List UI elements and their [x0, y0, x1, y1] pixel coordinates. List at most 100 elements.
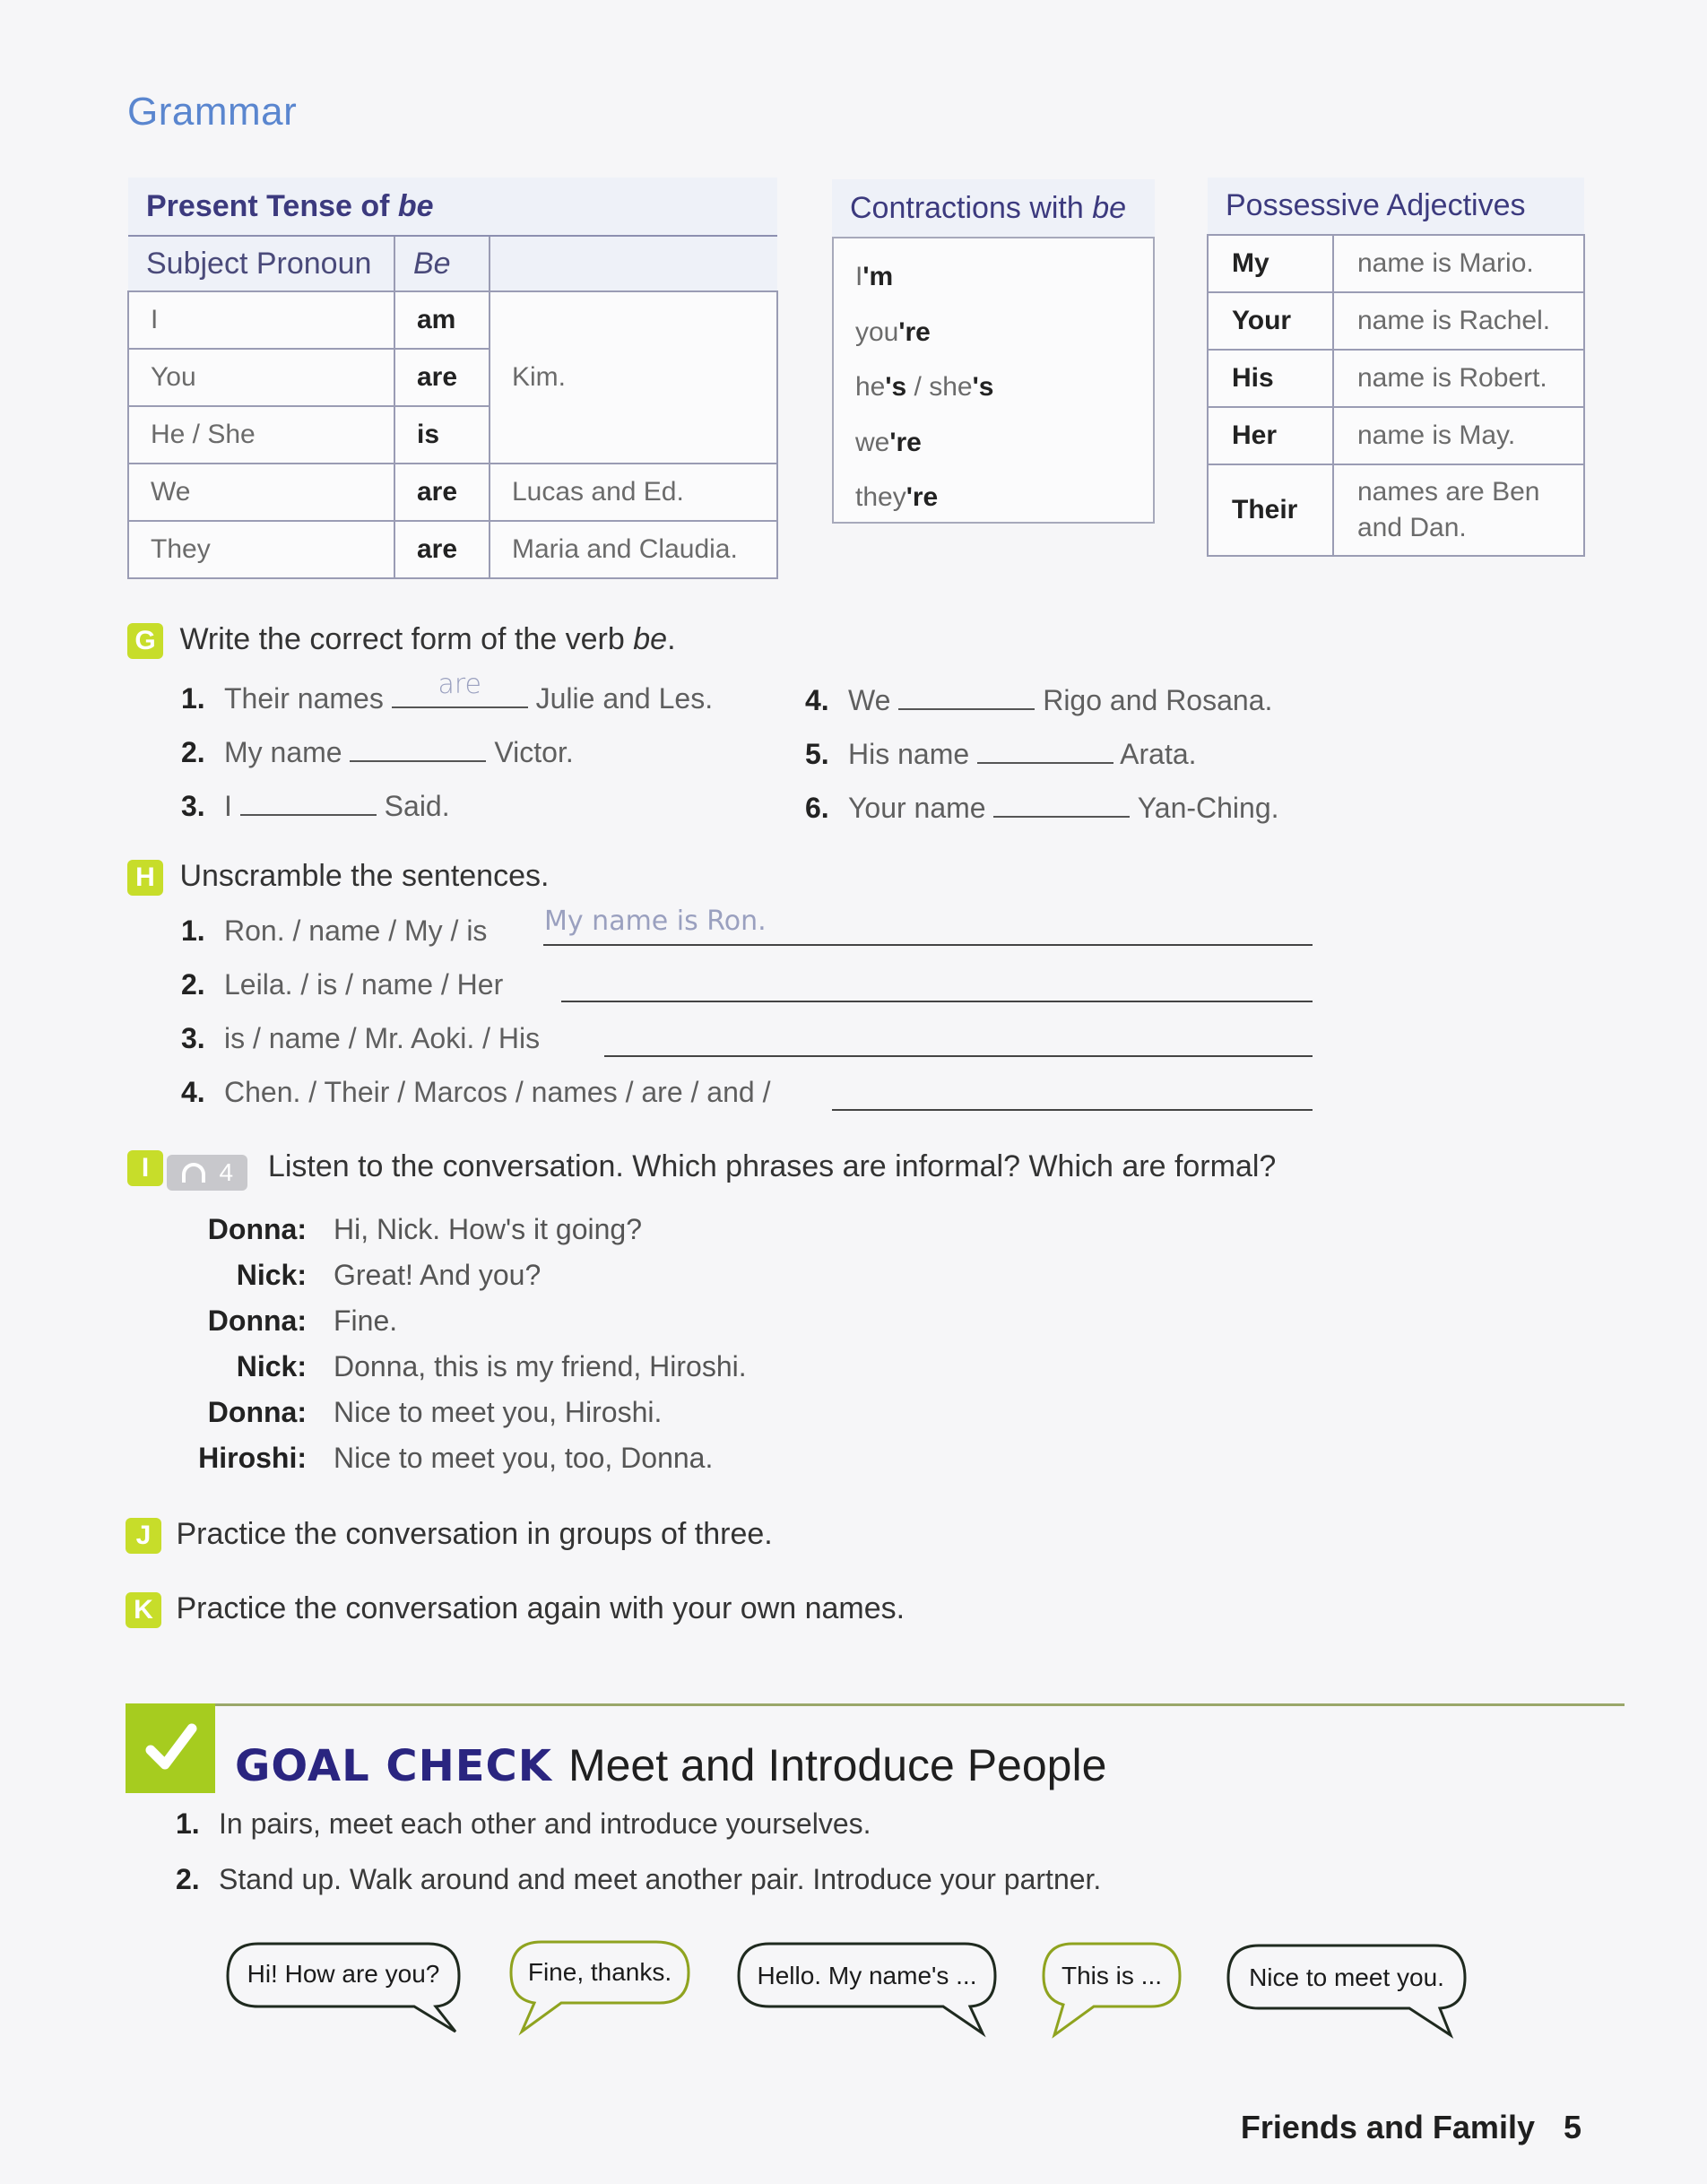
pronoun-cell: I — [127, 290, 395, 350]
pronoun-cell: They — [127, 520, 395, 579]
handwritten-answer: My name is Ron. — [544, 906, 767, 937]
conversation-line: Hiroshi: Nice to meet you, too, Donna. — [198, 1442, 714, 1474]
activity-instruction: Practice the conversation again with you… — [176, 1591, 905, 1625]
goal-check-title: GOAL CHECK Meet and Introduce People — [235, 1739, 1106, 1791]
example-cell: name is May. — [1332, 406, 1585, 465]
goal-check-label: GOAL CHECK — [235, 1741, 552, 1791]
pronoun-cell: He / She — [127, 405, 395, 464]
answer-line[interactable] — [604, 1055, 1313, 1057]
adjective-cell: Your — [1207, 291, 1334, 351]
speech-bubble: Nice to meet you. — [1225, 1944, 1469, 2039]
complement-cell: Kim. — [489, 290, 778, 464]
conversation-line: Nick: Great! And you? — [236, 1259, 542, 1291]
contractions-table: Contractions with be I'm you're he's / s… — [832, 179, 1155, 524]
exercise-item: 2. My name Victor. — [181, 732, 574, 769]
answer-blank[interactable] — [350, 732, 487, 762]
header-subject-pronoun: Subject Pronoun — [128, 236, 395, 291]
exercise-item: 5. His name Arata. — [805, 733, 1197, 771]
speech-bubble-shape — [509, 1940, 690, 2036]
exercise-item: 2. Leila. / is / name / Her — [181, 968, 504, 1001]
present-tense-table: Present Tense of be Subject Pronoun Be I… — [127, 178, 778, 579]
table-row: His name is Robert. — [1207, 349, 1585, 408]
answer-blank[interactable] — [239, 785, 377, 816]
example-cell: name is Robert. — [1332, 349, 1585, 408]
adjective-cell: Their — [1207, 464, 1334, 557]
answer-blank[interactable] — [977, 733, 1114, 764]
pronoun-cell: You — [127, 348, 395, 407]
activity-letter-badge: J — [126, 1518, 161, 1554]
exercise-item: 3. is / name / Mr. Aoki. / His — [181, 1022, 541, 1054]
complement-cell: Lucas and Ed. — [489, 463, 778, 522]
possessive-adjectives-table: Possessive Adjectives My name is Mario. … — [1207, 178, 1585, 557]
adjective-cell: My — [1207, 234, 1334, 293]
answer-line[interactable] — [832, 1109, 1313, 1111]
activity-letter-badge: G — [127, 623, 163, 659]
exercise-item: 1. Their names are Julie and Les. — [181, 669, 714, 715]
conversation: Donna: Hi, Nick. How's it going? Nick: Gre… — [109, 1207, 747, 1481]
be-cell: am — [394, 290, 490, 350]
adjective-cell: Her — [1207, 406, 1334, 465]
headphones-icon — [181, 1162, 205, 1183]
table-header-row: Subject Pronoun Be — [128, 236, 777, 291]
activity-letter-badge: K — [126, 1592, 161, 1628]
speech-bubble: Fine, thanks. — [507, 1940, 692, 2036]
activity-instruction: Practice the conversation in groups of t… — [176, 1517, 773, 1551]
be-cell: are — [394, 463, 490, 522]
activity-instruction: Listen to the conversation. Which phrase… — [267, 1149, 1277, 1183]
contractions-list: I'm you're he's / she's we're they're — [832, 237, 1155, 524]
activity-h-header: H Unscramble the sentences. — [127, 859, 549, 896]
answer-blank[interactable] — [993, 787, 1131, 818]
table-title: Possessive Adjectives — [1208, 178, 1584, 235]
exercise-item: 6. Your name Yan-Ching. — [805, 787, 1279, 825]
example-cell: names are Ben and Dan. — [1332, 464, 1585, 557]
unit-title: Friends and Family — [1240, 2109, 1535, 2145]
exercise-item: 3. I Said. — [181, 785, 450, 823]
activity-j: J Practice the conversation in groups of… — [126, 1517, 773, 1554]
header-complement — [490, 236, 777, 291]
table-title-row: Present Tense of be — [128, 178, 777, 237]
example-cell: name is Rachel. — [1332, 291, 1585, 351]
exercise-item: 4. Chen. / Their / Marcos / names / are /… — [181, 1076, 771, 1108]
activity-k: K Practice the conversation again with y… — [126, 1591, 905, 1628]
table-row: Her name is May. — [1207, 406, 1585, 465]
adjective-cell: His — [1207, 349, 1334, 408]
table-row: My name is Mario. — [1207, 234, 1585, 293]
audio-track-button[interactable]: 4 — [167, 1154, 248, 1191]
conversation-line: Donna: Hi, Nick. How's it going? — [207, 1213, 642, 1245]
answer-line[interactable] — [543, 944, 1313, 946]
checkmark-icon — [145, 1723, 197, 1770]
activity-instruction: Unscramble the sentences. — [179, 859, 550, 893]
be-cell: is — [394, 405, 490, 464]
activity-letter-badge: I — [127, 1150, 163, 1186]
table-row: We are Lucas and Ed. — [127, 463, 778, 522]
example-cell: name is Mario. — [1332, 234, 1585, 293]
answer-blank[interactable] — [898, 680, 1035, 710]
table-title: Contractions with be — [832, 179, 1155, 237]
table-row: Your name is Rachel. — [1207, 291, 1585, 351]
be-cell: are — [394, 348, 490, 407]
exercise-item: 1. Ron. / name / My / is — [181, 914, 488, 947]
table-row: They are Maria and Claudia. — [127, 520, 778, 579]
complement-cell: Maria and Claudia. — [489, 520, 778, 579]
section-title: Grammar — [127, 90, 298, 134]
conversation-line: Donna: Fine. — [207, 1304, 398, 1337]
answer-line[interactable] — [561, 1001, 1313, 1002]
contraction-item: they're — [855, 482, 939, 512]
table-row: I am Kim. — [127, 290, 778, 464]
goal-check-divider — [127, 1703, 1625, 1706]
answer-blank[interactable]: are — [391, 669, 528, 708]
contraction-item: we're — [855, 427, 922, 457]
goal-item: 2. Stand up. Walk around and meet another… — [176, 1863, 1102, 1895]
contraction-item: you're — [855, 316, 931, 347]
speech-bubble: This is ... — [1040, 1942, 1183, 2039]
contraction-item: I'm — [855, 262, 894, 291]
page-footer: Friends and Family 5 — [1241, 2109, 1581, 2146]
goal-item: 1. In pairs, meet each other and introduc… — [176, 1807, 871, 1840]
conversation-line: Nick: Donna, this is my friend, Hiroshi. — [236, 1350, 747, 1382]
table-title: Present Tense of be — [128, 178, 777, 237]
speech-bubble: Hello. My name's ... — [735, 1942, 999, 2038]
activity-i-header: I 4 Listen to the conversation. Which ph… — [127, 1149, 1276, 1191]
conversation-line: Donna: Nice to meet you, Hiroshi. — [207, 1396, 663, 1428]
header-be: Be — [394, 236, 490, 291]
activity-instruction: Write the correct form of the verb be. — [179, 622, 676, 656]
